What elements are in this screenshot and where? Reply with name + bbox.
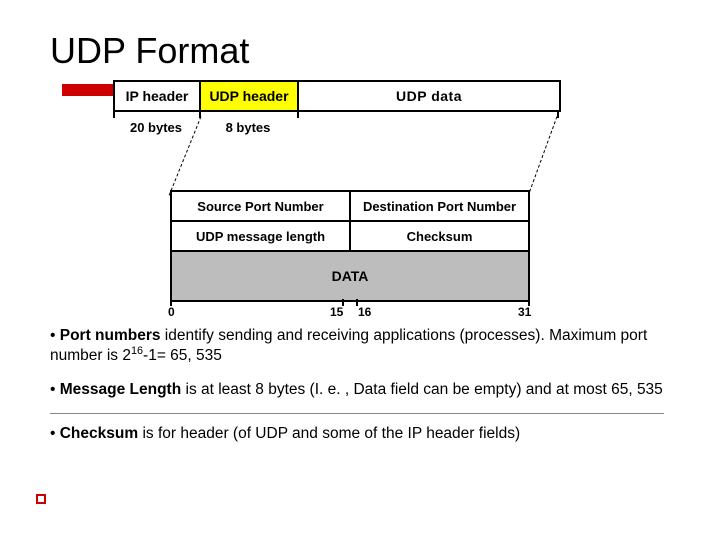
udp-datagram-table: Source Port Number Destination Port Numb… — [170, 190, 530, 302]
bold-checksum: Checksum — [60, 425, 138, 442]
projection-line-right — [529, 116, 557, 192]
bullet-checksum: • Checksum is for header (of UDP and som… — [50, 424, 664, 443]
source-port-cell: Source Port Number — [172, 192, 351, 220]
text-port-numbers-tail: -1= 65, 535 — [143, 348, 222, 365]
bytes-labels: 20 bytes 8 bytes — [113, 120, 297, 135]
checksum-cell: Checksum — [351, 222, 528, 250]
divider-line — [50, 413, 664, 414]
udp-header-cell: UDP header — [201, 82, 299, 110]
ruler-label-16: 16 — [358, 305, 371, 319]
bold-message-length: Message Length — [60, 381, 181, 398]
ruler-label-0: 0 — [168, 305, 175, 319]
body-text: • Port numbers identify sending and rece… — [50, 326, 664, 444]
slide: UDP Format IP header UDP header UDP data… — [0, 0, 720, 540]
text-checksum: is for header (of UDP and some of the IP… — [138, 425, 520, 442]
dest-port-cell: Destination Port Number — [351, 192, 528, 220]
udp-bytes-label: 8 bytes — [199, 120, 297, 135]
ruler-label-15: 15 — [330, 305, 343, 319]
ruler-label-31: 31 — [518, 305, 531, 319]
text-message-length: is at least 8 bytes (I. e. , Data field … — [181, 381, 663, 398]
exponent-16: 16 — [131, 345, 143, 357]
ip-header-cell: IP header — [115, 82, 201, 110]
dgram-row-len-chk: UDP message length Checksum — [172, 222, 528, 252]
page-title: UDP Format — [50, 30, 670, 72]
udp-data-cell: UDP data — [299, 82, 559, 110]
data-cell: DATA — [172, 252, 528, 300]
bullet-port-numbers: • Port numbers identify sending and rece… — [50, 326, 664, 366]
dgram-row-ports: Source Port Number Destination Port Numb… — [172, 192, 528, 222]
encapsulation-row: IP header UDP header UDP data — [113, 80, 561, 112]
ip-bytes-label: 20 bytes — [113, 120, 199, 135]
msg-length-cell: UDP message length — [172, 222, 351, 250]
udp-diagram: IP header UDP header UDP data 20 bytes 8… — [50, 80, 670, 330]
slide-bullet-icon — [36, 494, 46, 504]
bullet-message-length: • Message Length is at least 8 bytes (I.… — [50, 380, 664, 399]
